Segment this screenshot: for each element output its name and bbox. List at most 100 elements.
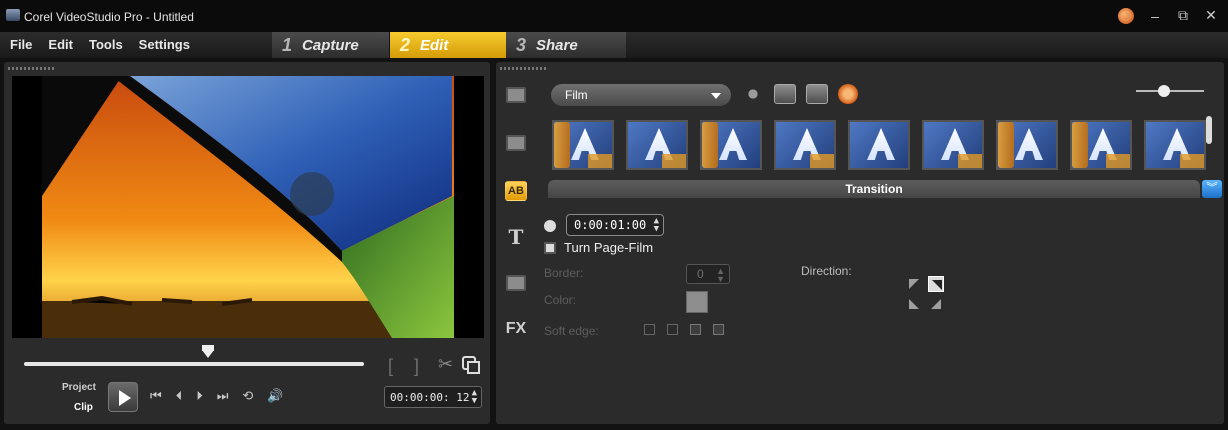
library-category-tabs: AB T FX bbox=[496, 76, 534, 420]
step-tab-edit[interactable]: 2 Edit bbox=[390, 32, 506, 58]
media-icon bbox=[506, 87, 526, 103]
timecode-spinner-icon[interactable]: ▲ ▼ bbox=[472, 389, 477, 406]
options-toggle-button[interactable]: ︾ bbox=[1202, 180, 1222, 198]
next-frame-icon[interactable]: ⏵ bbox=[196, 388, 203, 404]
media-tab[interactable] bbox=[504, 84, 528, 106]
apply-current-effect-icon[interactable] bbox=[806, 84, 828, 104]
soft-edge-strong[interactable] bbox=[713, 324, 724, 335]
clip-mode-label[interactable]: Clip bbox=[74, 402, 93, 413]
library-panel: AB T FX Film Transition ︾ 0:00:01:00 ▲ ▼ … bbox=[496, 62, 1224, 424]
preview-frame bbox=[12, 76, 484, 338]
step-number: 1 bbox=[282, 34, 293, 55]
graphic-icon bbox=[506, 275, 526, 291]
soft-edge-none[interactable] bbox=[644, 324, 655, 335]
title-bar: Corel VideoStudio Pro - Untitled – ⧉ ✕ bbox=[0, 0, 1228, 32]
color-label: Color: bbox=[544, 293, 577, 307]
step-label: Capture bbox=[302, 36, 359, 54]
transition-thumbnail[interactable] bbox=[996, 120, 1058, 170]
effect-icon bbox=[544, 242, 556, 254]
instant-project-icon bbox=[506, 135, 526, 151]
step-label: Share bbox=[536, 36, 578, 54]
transition-thumbnail[interactable] bbox=[552, 120, 614, 170]
go-to-start-icon[interactable]: ⏮ bbox=[150, 388, 162, 404]
step-number: 2 bbox=[400, 34, 411, 55]
menu-edit[interactable]: Edit bbox=[48, 37, 73, 52]
direction-bottom-left-icon[interactable] bbox=[906, 296, 922, 312]
volume-icon[interactable]: 🔊 bbox=[267, 388, 283, 404]
graphic-tab[interactable] bbox=[504, 272, 528, 294]
play-button[interactable] bbox=[108, 382, 138, 412]
soft-edge-medium[interactable] bbox=[690, 324, 701, 335]
direction-top-left-icon[interactable] bbox=[906, 276, 922, 292]
transition-thumbnail[interactable] bbox=[1070, 120, 1132, 170]
transport-controls: ⏮ ⏴ ⏵ ⏭ ⟲ 🔊 bbox=[150, 388, 284, 404]
transition-thumbnail[interactable] bbox=[700, 120, 762, 170]
transition-tab[interactable]: AB bbox=[504, 180, 528, 202]
color-swatch[interactable] bbox=[686, 291, 708, 313]
transition-thumbnail[interactable] bbox=[1144, 120, 1206, 170]
thumbnail-size-knob[interactable] bbox=[1158, 85, 1170, 97]
duration-field[interactable]: 0:00:01:00 ▲ ▼ bbox=[566, 214, 664, 236]
apply-random-effect-icon[interactable] bbox=[774, 84, 796, 104]
timecode-field[interactable]: 00:00:00: 12 ▲ ▼ bbox=[384, 386, 482, 408]
menu-file[interactable]: File bbox=[10, 37, 32, 52]
main-menu: File Edit Tools Settings bbox=[10, 37, 190, 52]
project-mode-label[interactable]: Project bbox=[62, 382, 96, 393]
close-button[interactable]: ✕ bbox=[1204, 7, 1218, 24]
scrubber-handle[interactable] bbox=[202, 345, 214, 358]
transition-icon: AB bbox=[505, 181, 527, 201]
library-toolbar bbox=[742, 84, 858, 104]
minimize-button[interactable]: – bbox=[1148, 8, 1162, 24]
transition-thumbnail[interactable] bbox=[774, 120, 836, 170]
repeat-icon[interactable]: ⟲ bbox=[242, 388, 253, 404]
duration-value: 0:00:01:00 bbox=[574, 218, 647, 232]
filter-tab[interactable]: FX bbox=[504, 318, 528, 340]
gallery-dropdown[interactable]: Film bbox=[551, 84, 731, 106]
direction-bottom-right-icon[interactable] bbox=[928, 296, 944, 312]
direction-top-right-icon[interactable] bbox=[928, 276, 944, 292]
add-to-favorites-icon[interactable] bbox=[742, 84, 764, 104]
library-options-icon[interactable] bbox=[838, 84, 858, 104]
step-tab-share[interactable]: 3 Share bbox=[506, 32, 626, 58]
direction-label: Direction: bbox=[801, 264, 852, 278]
panel-grip[interactable] bbox=[8, 67, 54, 70]
mark-out-button[interactable]: ] bbox=[414, 356, 419, 377]
menu-tools[interactable]: Tools bbox=[89, 37, 123, 52]
transition-thumbnail[interactable] bbox=[848, 120, 910, 170]
restore-button[interactable]: ⧉ bbox=[1176, 7, 1190, 24]
options-panel-header: Transition bbox=[548, 180, 1200, 198]
border-label: Border: bbox=[544, 266, 584, 280]
preview-window bbox=[12, 76, 484, 338]
clock-icon bbox=[544, 220, 556, 232]
go-to-end-icon[interactable]: ⏭ bbox=[217, 388, 229, 404]
instant-project-tab[interactable] bbox=[504, 132, 528, 154]
previous-frame-icon[interactable]: ⏴ bbox=[176, 388, 183, 404]
mark-in-button[interactable]: [ bbox=[388, 356, 393, 377]
transition-thumbnail[interactable] bbox=[626, 120, 688, 170]
panel-grip[interactable] bbox=[500, 67, 546, 70]
globe-icon[interactable] bbox=[1118, 7, 1134, 24]
transition-thumbnail[interactable] bbox=[922, 120, 984, 170]
enlarge-preview-icon[interactable] bbox=[462, 356, 480, 374]
step-tab-capture[interactable]: 1 Capture bbox=[272, 32, 390, 58]
soft-edge-label: Soft edge: bbox=[544, 324, 599, 338]
border-value: 0 bbox=[697, 267, 704, 281]
transition-thumbnails bbox=[552, 120, 1206, 170]
title-tab[interactable]: T bbox=[504, 225, 528, 249]
border-spinner-icon[interactable]: ▲ ▼ bbox=[716, 267, 725, 284]
library-scrollbar[interactable] bbox=[1206, 116, 1212, 144]
menu-settings[interactable]: Settings bbox=[139, 37, 190, 52]
timecode-value: 00:00:00: 12 bbox=[390, 391, 470, 404]
step-label: Edit bbox=[420, 36, 449, 54]
effect-name: Turn Page-Film bbox=[564, 240, 654, 255]
thumbnail-size-slider[interactable] bbox=[1136, 85, 1204, 97]
window-title: Corel VideoStudio Pro - Untitled bbox=[24, 10, 194, 24]
app-icon bbox=[6, 9, 20, 21]
border-field[interactable]: 0 ▲ ▼ bbox=[686, 264, 730, 284]
scrubber-bar[interactable] bbox=[24, 345, 364, 366]
direction-options bbox=[906, 276, 946, 312]
duration-spinner-icon[interactable]: ▲ ▼ bbox=[654, 217, 659, 234]
split-clip-icon[interactable]: ✂ bbox=[438, 354, 453, 375]
player-panel: [ ] ✂ Project Clip ⏮ ⏴ ⏵ ⏭ ⟲ 🔊 00:00:00:… bbox=[4, 62, 490, 424]
soft-edge-weak[interactable] bbox=[667, 324, 678, 335]
